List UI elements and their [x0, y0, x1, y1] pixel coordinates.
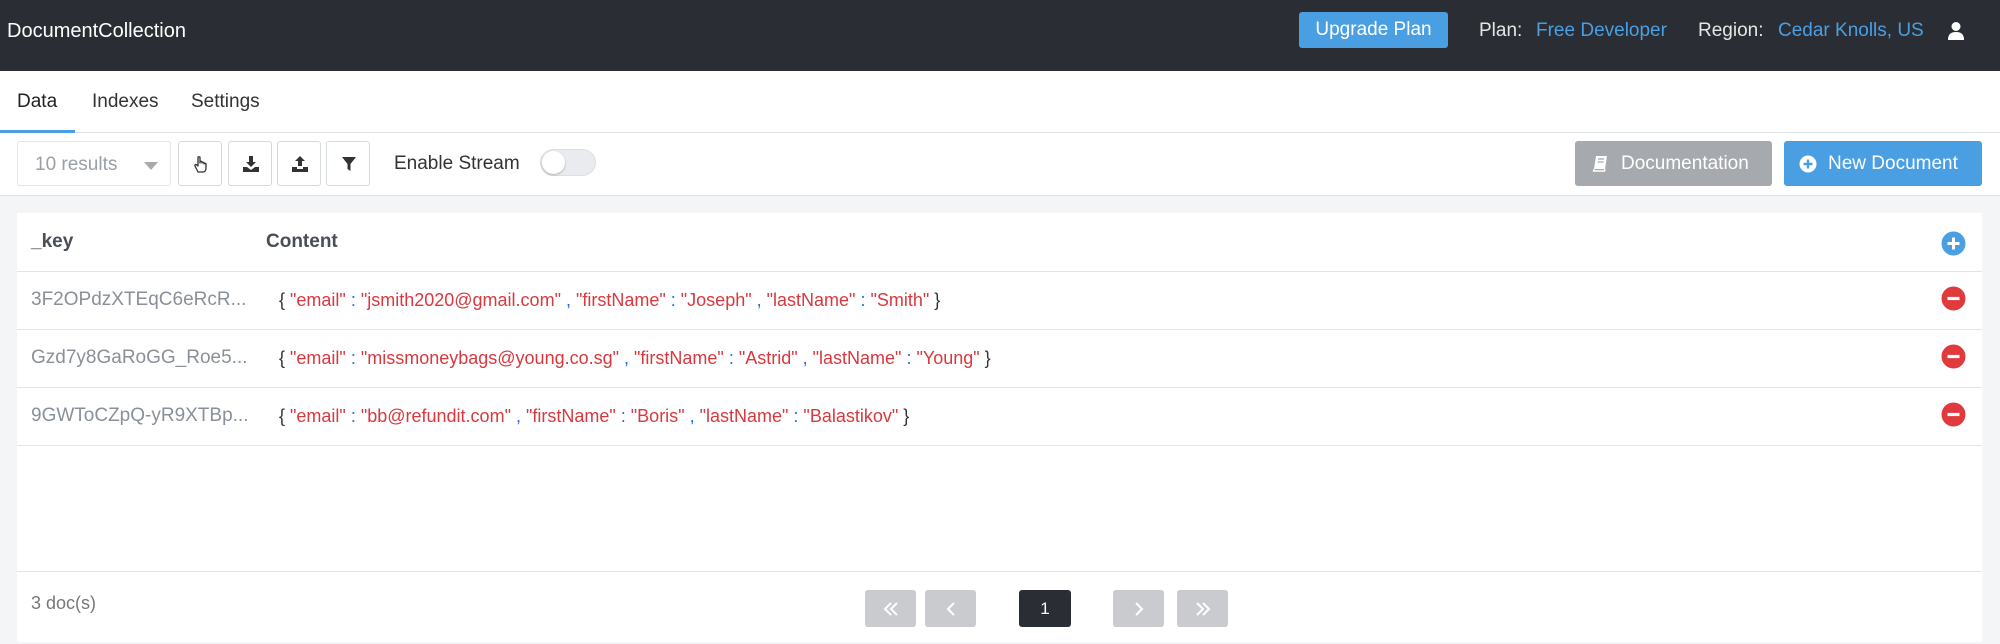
- json-value: Astrid: [745, 348, 792, 368]
- toggle-knob: [542, 151, 565, 174]
- region-label: Region:: [1698, 20, 1764, 41]
- tab-data[interactable]: Data: [17, 71, 57, 133]
- top-bar: DocumentCollection Upgrade Plan Plan: Fr…: [0, 0, 2000, 71]
- double-chevron-left-icon: [883, 601, 898, 616]
- remove-document-icon[interactable]: [1941, 344, 1966, 369]
- chevron-left-icon: [946, 601, 955, 616]
- json-value: Young: [922, 348, 974, 368]
- upgrade-plan-button[interactable]: Upgrade Plan: [1299, 12, 1448, 48]
- document-count: 3 doc(s): [31, 593, 97, 613]
- row-content[interactable]: { "email" : "jsmith2020@gmail.com" , "fi…: [279, 272, 940, 328]
- book-icon: [1592, 156, 1607, 172]
- current-page-indicator[interactable]: 1: [1019, 590, 1071, 627]
- plus-circle-icon: [1799, 155, 1817, 173]
- table-row[interactable]: 3F2OPdzXTEqC6eRcR... { "email" : "jsmith…: [17, 272, 1982, 330]
- last-page-button[interactable]: [1177, 590, 1228, 627]
- select-mode-button[interactable]: [178, 141, 222, 186]
- row-content[interactable]: { "email" : "bb@refundit.com" , "firstNa…: [279, 388, 909, 444]
- enable-stream-toggle[interactable]: [540, 149, 596, 176]
- table-row[interactable]: Gzd7y8GaRoGG_Roe5... { "email" : "missmo…: [17, 330, 1982, 388]
- new-document-label: New Document: [1828, 153, 1958, 174]
- row-content[interactable]: { "email" : "missmoneybags@young.co.sg" …: [279, 330, 991, 386]
- filter-button[interactable]: [326, 141, 370, 186]
- app-title: DocumentCollection: [7, 20, 186, 42]
- enable-stream-label: Enable Stream: [394, 153, 520, 174]
- json-key: "lastName": [766, 290, 856, 310]
- json-value: missmoneybags@young.co.sg: [367, 348, 613, 368]
- filter-icon: [342, 157, 356, 171]
- tab-indexes[interactable]: Indexes: [92, 71, 159, 133]
- user-icon[interactable]: [1947, 21, 1965, 41]
- row-key[interactable]: 9GWToCZpQ-yR9XTBp...: [31, 388, 257, 444]
- upload-button[interactable]: [277, 141, 321, 186]
- chevron-down-icon: [144, 162, 158, 170]
- download-button[interactable]: [228, 141, 272, 186]
- toolbar: 10 results Enable Stream Documentation N…: [0, 133, 2000, 196]
- upload-icon: [292, 156, 308, 172]
- plan-value-link[interactable]: Free Developer: [1536, 0, 1667, 62]
- column-header-key[interactable]: _key: [31, 213, 73, 270]
- documents-table: _key Content 3F2OPdzXTEqC6eRcR... { "ema…: [17, 213, 1982, 642]
- row-key[interactable]: Gzd7y8GaRoGG_Roe5...: [31, 330, 257, 386]
- table-row[interactable]: 9GWToCZpQ-yR9XTBp... { "email" : "bb@ref…: [17, 388, 1982, 446]
- tab-bar: Data Indexes Settings: [0, 71, 2000, 133]
- double-chevron-right-icon: [1195, 601, 1210, 616]
- table-header: _key Content: [17, 213, 1982, 272]
- json-key: "lastName": [699, 406, 789, 426]
- tab-settings[interactable]: Settings: [191, 71, 260, 133]
- plan-label: Plan:: [1479, 20, 1523, 41]
- previous-page-button[interactable]: [925, 590, 976, 627]
- row-key[interactable]: 3F2OPdzXTEqC6eRcR...: [31, 272, 257, 328]
- region-value-link[interactable]: Cedar Knolls, US: [1778, 0, 1924, 62]
- remove-document-icon[interactable]: [1941, 286, 1966, 311]
- json-value: Balastikov: [809, 406, 892, 426]
- json-value: bb@refundit.com: [367, 406, 505, 426]
- json-value: Boris: [637, 406, 679, 426]
- json-key: "email": [290, 406, 346, 426]
- json-key: "firstName": [575, 290, 666, 310]
- json-value: Smith: [876, 290, 923, 310]
- json-value: jsmith2020@gmail.com: [367, 290, 555, 310]
- chevron-right-icon: [1134, 601, 1143, 616]
- new-document-button[interactable]: New Document: [1784, 141, 1982, 186]
- next-page-button[interactable]: [1113, 590, 1164, 627]
- first-page-button[interactable]: [865, 590, 916, 627]
- pointer-hand-icon: [194, 156, 207, 173]
- results-per-page-select[interactable]: 10 results: [17, 141, 171, 186]
- json-key: "firstName": [634, 348, 724, 368]
- json-key: "email": [290, 290, 346, 310]
- results-select-value: 10 results: [35, 154, 118, 175]
- remove-document-icon[interactable]: [1941, 402, 1966, 427]
- add-document-icon[interactable]: [1941, 231, 1966, 256]
- json-key: "firstName": [525, 406, 616, 426]
- documentation-button[interactable]: Documentation: [1575, 141, 1772, 186]
- json-key: "lastName": [812, 348, 902, 368]
- documentation-label: Documentation: [1621, 153, 1749, 174]
- table-footer: 3 doc(s) 1: [17, 571, 1982, 642]
- download-icon: [243, 156, 259, 172]
- json-key: "email": [290, 348, 346, 368]
- json-value: Joseph: [687, 290, 746, 310]
- column-header-content: Content: [266, 231, 338, 252]
